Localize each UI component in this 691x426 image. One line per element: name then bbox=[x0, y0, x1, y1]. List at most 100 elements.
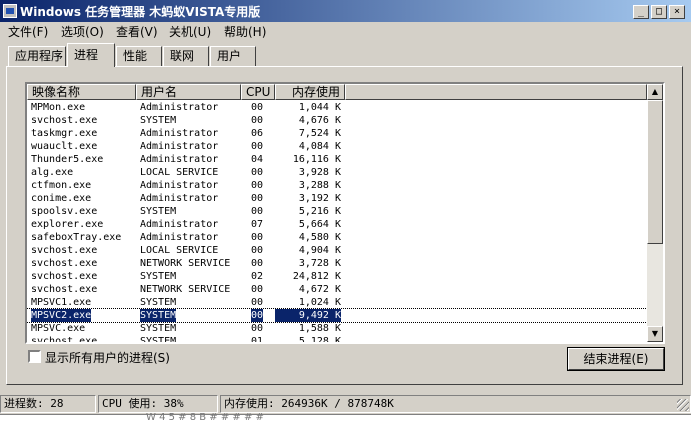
cell-memory: 9,492 K bbox=[275, 309, 341, 322]
process-list[interactable]: 映像名称 用户名 CPU 内存使用 MPMon.exe Administrator… bbox=[25, 82, 665, 344]
cell-image-name: Thunder5.exe bbox=[31, 154, 104, 165]
cell-image-name: svchost.exe bbox=[31, 115, 98, 126]
column-header-cpu[interactable]: CPU bbox=[241, 84, 275, 100]
end-process-button[interactable]: 结束进程(E) bbox=[567, 347, 665, 371]
table-row[interactable]: svchost.exe SYSTEM 02 24,812 K bbox=[27, 270, 647, 283]
table-row[interactable]: safeboxTray.exe Administrator 00 4,580 K bbox=[27, 231, 647, 244]
menu-help[interactable]: 帮助(H) bbox=[224, 23, 266, 40]
cell-cpu: 00 bbox=[251, 206, 264, 217]
cell-memory: 5,216 K bbox=[298, 206, 341, 217]
cell-image-name: svchost.exe bbox=[31, 245, 98, 256]
resize-grip-icon[interactable] bbox=[677, 399, 689, 411]
menu-shutdown[interactable]: 关机(U) bbox=[169, 23, 211, 40]
scrollbar-thumb[interactable] bbox=[647, 100, 663, 244]
show-all-users-checkbox[interactable] bbox=[28, 350, 41, 363]
cell-image-name: conime.exe bbox=[31, 193, 92, 204]
cell-memory: 1,588 K bbox=[298, 323, 341, 334]
table-row[interactable]: explorer.exe Administrator 07 5,664 K bbox=[27, 218, 647, 231]
table-row[interactable]: MPMon.exe Administrator 00 1,044 K bbox=[27, 101, 647, 114]
table-row[interactable]: conime.exe Administrator 00 3,192 K bbox=[27, 192, 647, 205]
window-title: Windows 任务管理器 木蚂蚁VISTA专用版 bbox=[20, 5, 261, 19]
minimize-button[interactable]: _ bbox=[633, 5, 649, 19]
cell-cpu: 00 bbox=[251, 115, 264, 126]
cell-cpu: 07 bbox=[251, 219, 264, 230]
table-row[interactable]: spoolsv.exe SYSTEM 00 5,216 K bbox=[27, 205, 647, 218]
cell-image-name: explorer.exe bbox=[31, 219, 104, 230]
show-all-users-label[interactable]: 显示所有用户的进程(S) bbox=[45, 349, 170, 366]
cell-user-name: Administrator bbox=[140, 193, 219, 204]
status-memory-usage: 内存使用: 264936K / 878748K bbox=[220, 395, 691, 413]
table-row[interactable]: Thunder5.exe Administrator 04 16,116 K bbox=[27, 153, 647, 166]
cell-memory: 3,192 K bbox=[298, 193, 341, 204]
cell-image-name: MPSVC.exe bbox=[31, 323, 86, 334]
cell-memory: 7,524 K bbox=[298, 128, 341, 139]
status-process-count: 进程数: 28 bbox=[0, 395, 96, 413]
cell-cpu: 00 bbox=[251, 167, 264, 178]
cell-cpu: 06 bbox=[251, 128, 264, 139]
column-header-memory[interactable]: 内存使用 bbox=[275, 84, 345, 100]
table-row[interactable]: svchost.exe NETWORK SERVICE 00 4,672 K bbox=[27, 283, 647, 296]
table-row[interactable]: alg.exe LOCAL SERVICE 00 3,928 K bbox=[27, 166, 647, 179]
tab-performance[interactable]: 性能 bbox=[116, 46, 162, 66]
cell-cpu: 00 bbox=[251, 323, 264, 334]
tab-users[interactable]: 用户 bbox=[210, 46, 256, 66]
table-row[interactable]: MPSVC2.exe SYSTEM 00 9,492 K bbox=[27, 308, 648, 323]
menu-view[interactable]: 查看(V) bbox=[116, 23, 158, 40]
cell-image-name: alg.exe bbox=[31, 167, 74, 178]
cell-image-name: svchost.exe bbox=[31, 284, 98, 295]
cell-user-name: Administrator bbox=[140, 219, 219, 230]
table-row[interactable]: taskmgr.exe Administrator 06 7,524 K bbox=[27, 127, 647, 140]
vertical-scrollbar[interactable]: ▲ ▼ bbox=[647, 84, 663, 342]
cell-user-name: Administrator bbox=[140, 128, 219, 139]
cell-user-name: Administrator bbox=[140, 141, 219, 152]
cell-cpu: 00 bbox=[251, 232, 264, 243]
background-text: W 4 5 # 8 B # # # # # bbox=[146, 412, 264, 423]
cell-cpu: 04 bbox=[251, 154, 264, 165]
table-row[interactable]: svchost.exe SYSTEM 00 4,676 K bbox=[27, 114, 647, 127]
table-row[interactable]: svchost.exe SYSTEM 01 5,128 K bbox=[27, 335, 647, 344]
cell-image-name: MPSVC1.exe bbox=[31, 297, 92, 308]
menu-bar: 文件(F) 选项(O) 查看(V) 关机(U) 帮助(H) bbox=[0, 22, 691, 40]
table-row[interactable]: MPSVC.exe SYSTEM 00 1,588 K bbox=[27, 322, 647, 335]
title-bar[interactable]: Windows 任务管理器 木蚂蚁VISTA专用版 _ □ × bbox=[0, 0, 691, 22]
cell-image-name: svchost.exe bbox=[31, 336, 98, 344]
cell-image-name: wuauclt.exe bbox=[31, 141, 98, 152]
table-row[interactable]: MPSVC1.exe SYSTEM 00 1,024 K bbox=[27, 296, 647, 309]
cell-memory: 4,904 K bbox=[298, 245, 341, 256]
cell-user-name: Administrator bbox=[140, 102, 219, 113]
column-header-user-name[interactable]: 用户名 bbox=[136, 84, 241, 100]
cell-image-name: spoolsv.exe bbox=[31, 206, 98, 217]
maximize-button[interactable]: □ bbox=[651, 5, 667, 19]
menu-file[interactable]: 文件(F) bbox=[8, 23, 48, 40]
status-bar: 进程数: 28 CPU 使用: 38% 内存使用: 264936K / 8787… bbox=[0, 395, 691, 413]
cell-user-name: NETWORK SERVICE bbox=[140, 258, 231, 269]
table-row[interactable]: wuauclt.exe Administrator 00 4,084 K bbox=[27, 140, 647, 153]
cell-cpu: 00 bbox=[251, 193, 264, 204]
cell-image-name: safeboxTray.exe bbox=[31, 232, 122, 243]
scroll-up-arrow-icon[interactable]: ▲ bbox=[647, 84, 663, 100]
tab-processes[interactable]: 进程 bbox=[67, 43, 115, 67]
cell-user-name: SYSTEM bbox=[140, 309, 177, 322]
table-row[interactable]: svchost.exe NETWORK SERVICE 00 3,728 K bbox=[27, 257, 647, 270]
tab-networking[interactable]: 联网 bbox=[163, 46, 209, 66]
table-row[interactable]: ctfmon.exe Administrator 00 3,288 K bbox=[27, 179, 647, 192]
table-row[interactable]: svchost.exe LOCAL SERVICE 00 4,904 K bbox=[27, 244, 647, 257]
cell-memory: 3,928 K bbox=[298, 167, 341, 178]
window-controls: _ □ × bbox=[631, 3, 685, 19]
cell-cpu: 00 bbox=[251, 102, 264, 113]
cell-user-name: SYSTEM bbox=[140, 271, 177, 282]
column-header-filler bbox=[345, 84, 647, 100]
cell-user-name: Administrator bbox=[140, 154, 219, 165]
cell-memory: 4,084 K bbox=[298, 141, 341, 152]
close-button[interactable]: × bbox=[669, 5, 685, 19]
process-rows: MPMon.exe Administrator 00 1,044 Ksvchost.e… bbox=[27, 101, 648, 344]
cell-memory: 4,676 K bbox=[298, 115, 341, 126]
cell-memory: 4,672 K bbox=[298, 284, 341, 295]
tab-applications[interactable]: 应用程序 bbox=[8, 46, 66, 66]
scroll-down-arrow-icon[interactable]: ▼ bbox=[647, 326, 663, 342]
cell-user-name: Administrator bbox=[140, 232, 219, 243]
cell-cpu: 01 bbox=[251, 336, 264, 344]
column-header-image-name[interactable]: 映像名称 bbox=[27, 84, 136, 100]
menu-options[interactable]: 选项(O) bbox=[61, 23, 104, 40]
cell-image-name: MPSVC2.exe bbox=[31, 309, 92, 322]
